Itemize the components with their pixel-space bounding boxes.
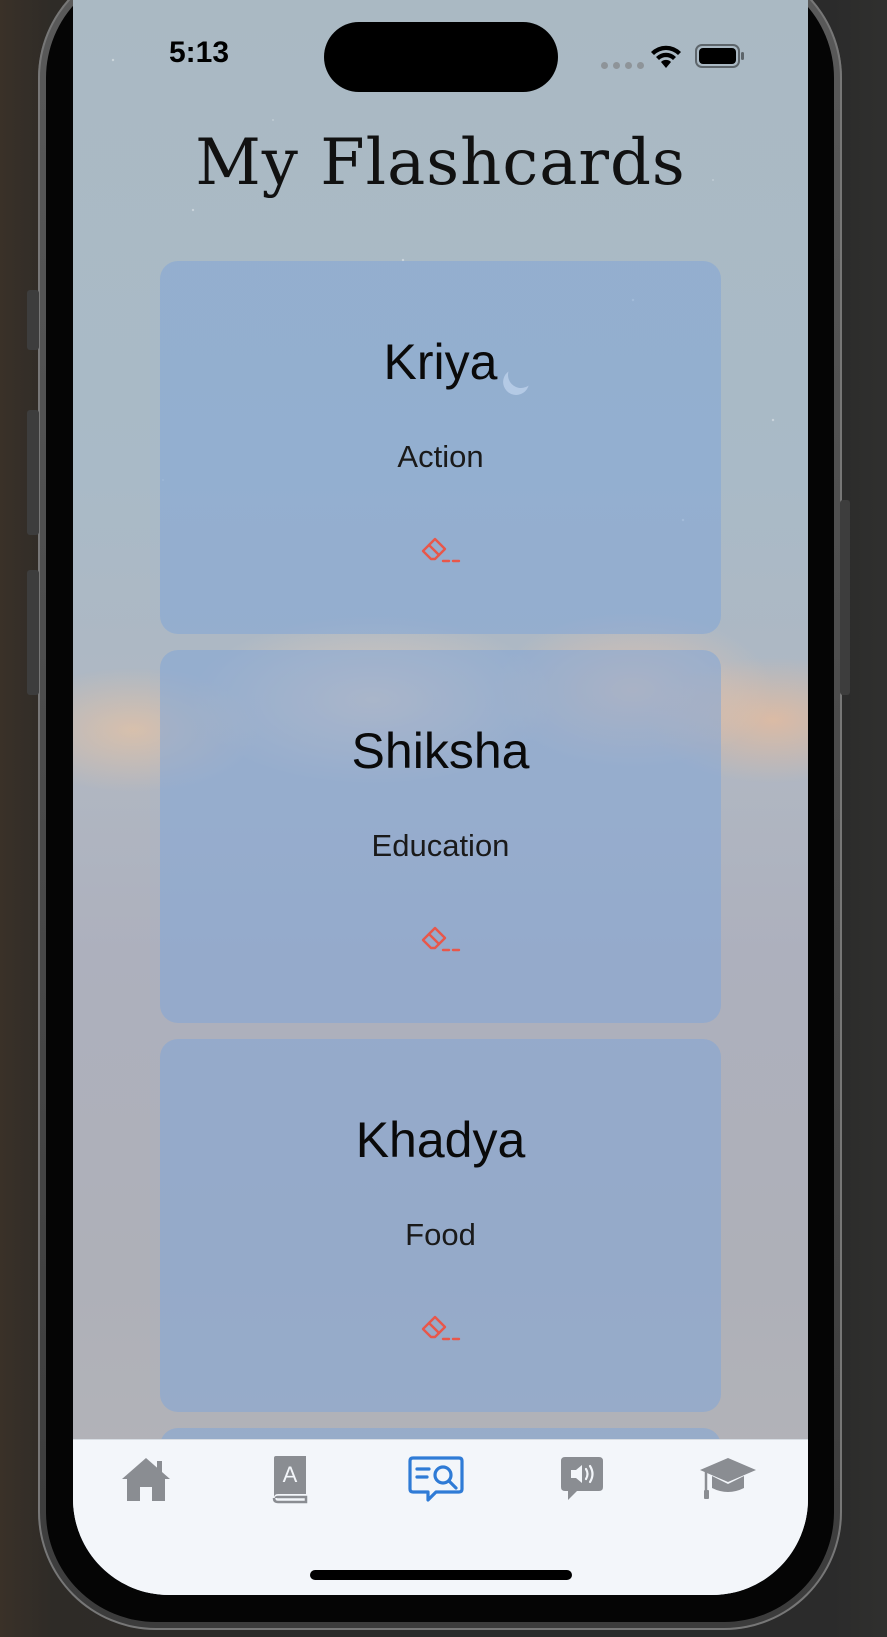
- flashcard-word: Shiksha: [351, 723, 530, 779]
- side-button: [27, 290, 39, 350]
- eraser-icon: [421, 926, 461, 952]
- flashcard-word: Khadya: [355, 1112, 526, 1168]
- speech-bubble-speaker-icon: [561, 1457, 603, 1500]
- eraser-icon: [421, 1315, 461, 1341]
- side-button: [27, 410, 39, 535]
- flashcard[interactable]: Khadya Food: [160, 1039, 721, 1412]
- tab-dictionary[interactable]: A: [260, 1452, 320, 1506]
- tab-home[interactable]: [116, 1452, 176, 1506]
- flashcard-meaning: Food: [405, 1217, 476, 1252]
- side-button: [840, 500, 850, 695]
- erase-button[interactable]: [419, 1309, 463, 1345]
- side-button: [27, 570, 39, 695]
- erase-button[interactable]: [419, 531, 463, 567]
- tab-flashcards[interactable]: [406, 1452, 466, 1506]
- dictionary-book-icon: A: [272, 1456, 308, 1504]
- flashcard[interactable]: Kriya Action: [160, 261, 721, 634]
- status-time: 5:13: [169, 36, 230, 69]
- flashcard-list: Kriya Action Shiksha Education Khadya Fo…: [160, 261, 721, 1504]
- battery-icon: [695, 44, 744, 68]
- tab-bar: A: [73, 1439, 808, 1595]
- house-icon: [122, 1458, 170, 1501]
- flashcard-word: Kriya: [383, 334, 498, 390]
- page-title: My Flashcards: [195, 126, 686, 200]
- erase-button[interactable]: [419, 920, 463, 956]
- flashcard-meaning: Action: [397, 439, 484, 474]
- home-indicator: [310, 1570, 572, 1580]
- tab-pronunciation[interactable]: [552, 1452, 612, 1506]
- graduation-cap-icon: [700, 1458, 756, 1499]
- dynamic-island: [324, 22, 558, 92]
- phone-screen: 5:13 My Flashcards Kriya Action Shiksha …: [73, 0, 808, 1595]
- flashcard[interactable]: Shiksha Education: [160, 650, 721, 1023]
- flashcard-meaning: Education: [371, 828, 510, 863]
- flashcards-search-icon: [408, 1456, 464, 1502]
- wifi-icon: [651, 45, 681, 68]
- svg-text:A: A: [283, 1462, 298, 1487]
- eraser-icon: [421, 537, 461, 563]
- cellular-signal-icon: [601, 62, 644, 69]
- tab-learn[interactable]: [698, 1452, 758, 1506]
